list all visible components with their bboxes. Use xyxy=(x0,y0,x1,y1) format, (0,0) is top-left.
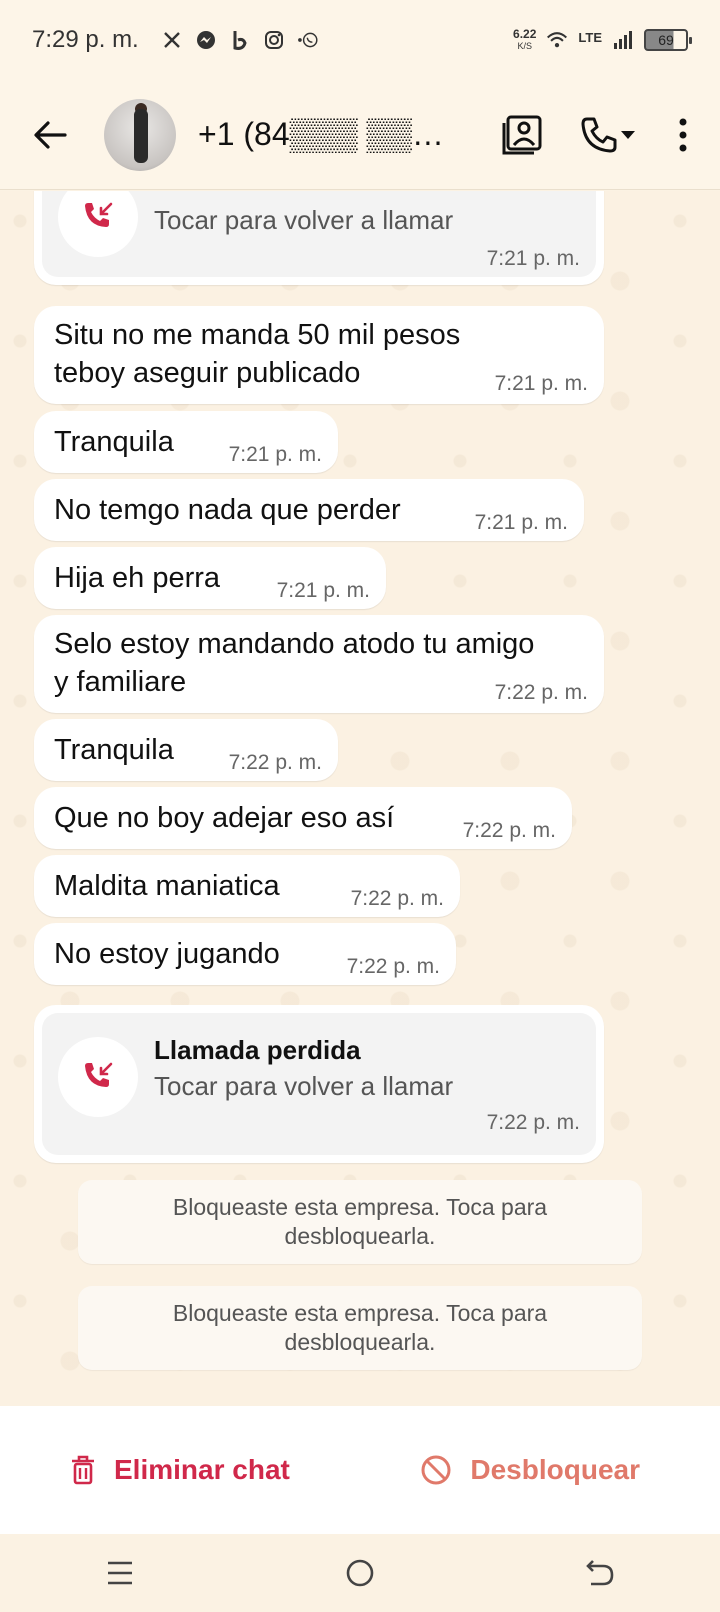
recent-apps-button[interactable] xyxy=(90,1548,150,1598)
menu-icon xyxy=(108,1561,132,1585)
block-icon xyxy=(421,1455,451,1485)
network-type: LTE xyxy=(578,30,602,45)
message-time: 7:22 p. m. xyxy=(228,751,322,774)
message-text: Hija eh perra xyxy=(54,562,221,594)
message-bubble[interactable]: Situ no me manda 50 mil pesos teboy aseg… xyxy=(34,306,604,404)
message-bubble[interactable]: No estoy jugando 7:22 p. m. xyxy=(34,923,456,985)
delete-chat-button[interactable]: Eliminar chat xyxy=(70,1454,290,1486)
bold-b-icon xyxy=(229,29,251,51)
contact-name[interactable]: +1 (84▒▒▒ ▒▒▒▒)-5... xyxy=(198,116,448,153)
message-text: Tranquila xyxy=(54,734,174,766)
missed-call-card[interactable]: Llamada perdida Tocar para volver a llam… xyxy=(34,1005,604,1163)
net-speed: 6.22 K/S xyxy=(513,27,537,51)
call-subtitle: Tocar para volver a llamar xyxy=(154,205,454,235)
message-time: 7:22 p. m. xyxy=(350,887,444,910)
message-bubble[interactable]: Maldita maniatica 7:22 p. m. xyxy=(34,855,460,917)
call-time: 7:21 p. m. xyxy=(486,247,580,270)
more-vertical-icon xyxy=(679,118,687,151)
message-bubble[interactable]: Tranquila 7:21 p. m. xyxy=(34,411,338,473)
trash-icon xyxy=(72,1455,94,1485)
missed-call-icon-wrap xyxy=(58,1037,138,1117)
message-text: Que no boy adejar eso así xyxy=(54,802,395,834)
whatsapp-icon xyxy=(297,29,319,51)
system-back-button[interactable] xyxy=(570,1548,630,1598)
battery-level: 69 xyxy=(658,32,674,48)
message-time: 7:22 p. m. xyxy=(494,681,588,704)
avatar[interactable] xyxy=(104,98,176,171)
chat-header: +1 (84▒▒▒ ▒▒▒▒)-5... xyxy=(0,80,720,190)
message-bubble[interactable]: No temgo nada que perder 7:21 p. m. xyxy=(34,479,584,541)
back-arrow-icon xyxy=(34,120,67,149)
signal-icon xyxy=(612,29,634,51)
status-time: 7:29 p. m. xyxy=(32,26,139,53)
message-bubble[interactable]: Tranquila 7:22 p. m. xyxy=(34,719,338,781)
message-text: No temgo nada que perder xyxy=(54,494,401,526)
back-button[interactable] xyxy=(24,109,76,161)
message-time: 7:22 p. m. xyxy=(462,819,556,842)
dropdown-icon xyxy=(621,130,635,139)
message-text: Tranquila xyxy=(54,426,174,458)
call-title: Llamada perdida xyxy=(154,1035,361,1065)
status-bar: 7:29 p. m. 6.22 K/S LTE 69 xyxy=(0,0,720,80)
missed-call-icon xyxy=(85,1062,113,1087)
blocked-notice[interactable]: Bloqueaste esta empresa. Toca para desbl… xyxy=(78,1180,642,1264)
call-time: 7:22 p. m. xyxy=(486,1111,580,1134)
voice-call-button[interactable] xyxy=(568,109,648,161)
message-bubble[interactable]: Hija eh perra 7:21 p. m. xyxy=(34,547,386,609)
message-text: No estoy jugando xyxy=(54,938,280,970)
message-time: 7:21 p. m. xyxy=(494,372,588,395)
message-bubble[interactable]: Selo estoy mandando atodo tu amigo y fam… xyxy=(34,615,604,713)
more-options-button[interactable] xyxy=(668,109,698,161)
call-card[interactable]: Tocar para volver a llamar 7:21 p. m. xyxy=(34,191,604,285)
delete-chat-label: Eliminar chat xyxy=(114,1454,290,1485)
action-bar: Eliminar chat Desbloquear xyxy=(0,1406,720,1534)
battery-icon: 69 xyxy=(644,29,692,51)
x-icon xyxy=(161,29,183,51)
message-time: 7:21 p. m. xyxy=(474,511,568,534)
missed-call-icon xyxy=(85,202,113,227)
messenger-icon xyxy=(195,29,217,51)
unblock-label: Desbloquear xyxy=(470,1454,640,1485)
message-time: 7:22 p. m. xyxy=(346,955,440,978)
message-text: Maldita maniatica xyxy=(54,870,280,902)
blocked-notice[interactable]: Bloqueaste esta empresa. Toca para desbl… xyxy=(78,1286,642,1370)
message-text: Situ no me manda 50 mil pesos teboy aseg… xyxy=(54,319,461,389)
message-text: Selo estoy mandando atodo tu amigo y fam… xyxy=(54,628,535,698)
missed-call-icon-wrap xyxy=(58,191,138,257)
contact-card-icon xyxy=(502,115,542,154)
back-icon xyxy=(586,1560,614,1586)
message-bubble[interactable]: Que no boy adejar eso así 7:22 p. m. xyxy=(34,787,572,849)
home-button[interactable] xyxy=(330,1548,390,1598)
system-nav-bar xyxy=(0,1534,720,1612)
unblock-button[interactable]: Desbloquear xyxy=(420,1454,640,1486)
instagram-icon xyxy=(263,29,285,51)
chat-area[interactable]: Tocar para volver a llamar 7:21 p. m. Si… xyxy=(0,191,720,1406)
message-time: 7:21 p. m. xyxy=(276,579,370,602)
phone-icon xyxy=(581,117,617,152)
contact-card-button[interactable] xyxy=(496,109,548,161)
message-time: 7:21 p. m. xyxy=(228,443,322,466)
wifi-icon xyxy=(546,29,568,51)
call-subtitle: Tocar para volver a llamar xyxy=(154,1071,454,1101)
home-circle-icon xyxy=(346,1559,374,1587)
